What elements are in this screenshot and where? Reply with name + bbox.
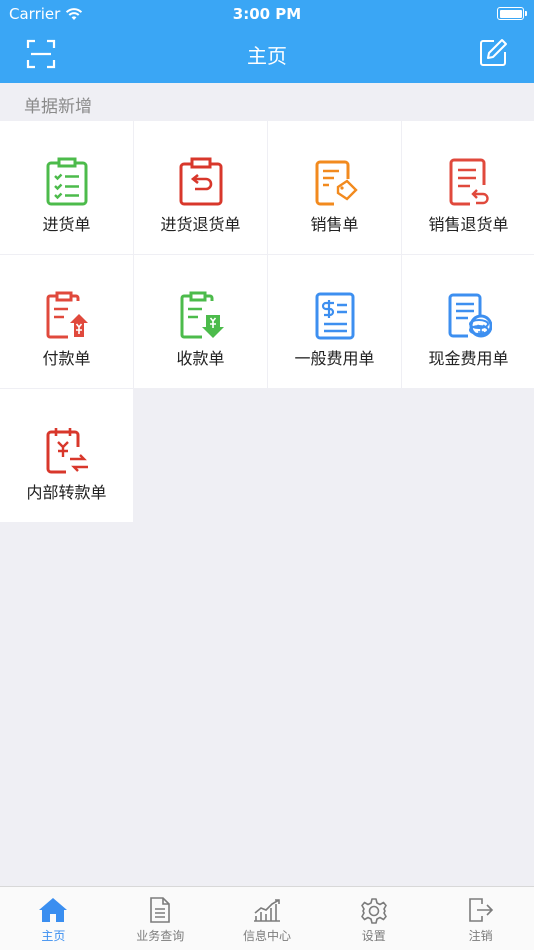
tab-label: 主页 bbox=[41, 929, 66, 943]
tab-logout[interactable]: 注销 bbox=[427, 887, 534, 950]
grid-item-label: 内部转款单 bbox=[26, 483, 107, 502]
purchase-order-icon bbox=[0, 157, 133, 207]
tab-home[interactable]: 主页 bbox=[0, 887, 107, 950]
grid-item-receipt[interactable]: 收款单 bbox=[134, 255, 267, 388]
grid-item-purchase-return[interactable]: 进货退货单 bbox=[134, 121, 267, 254]
grid-item-label: 收款单 bbox=[176, 349, 225, 368]
receipt-icon bbox=[134, 291, 267, 341]
tab-label: 注销 bbox=[468, 929, 493, 943]
grid-item-sales-return[interactable]: 销售退货单 bbox=[402, 121, 534, 254]
cash-expense-icon bbox=[402, 291, 534, 341]
grid-item-payment[interactable]: 付款单 bbox=[0, 255, 133, 388]
tab-label: 信息中心 bbox=[242, 929, 291, 943]
gear-icon bbox=[320, 897, 427, 925]
edit-icon[interactable] bbox=[478, 38, 508, 68]
chart-icon bbox=[214, 897, 321, 925]
grid-item-label: 销售单 bbox=[310, 215, 359, 234]
status-bar: Carrier 3:00 PM bbox=[0, 0, 534, 28]
clock: 3:00 PM bbox=[232, 5, 302, 23]
sales-order-icon bbox=[268, 157, 401, 207]
grid-item-label: 进货单 bbox=[42, 215, 91, 234]
grid-item-label: 付款单 bbox=[42, 349, 91, 368]
tab-info-center[interactable]: 信息中心 bbox=[214, 887, 321, 950]
general-expense-icon bbox=[268, 291, 401, 341]
tab-label: 设置 bbox=[361, 929, 386, 943]
grid-item-general-expense[interactable]: 一般费用单 bbox=[268, 255, 401, 388]
grid-item-label: 现金费用单 bbox=[428, 349, 509, 368]
grid-item-purchase-order[interactable]: 进货单 bbox=[0, 121, 133, 254]
grid-item-label: 一般费用单 bbox=[294, 349, 375, 368]
sales-return-icon bbox=[402, 157, 534, 207]
tab-label: 业务查询 bbox=[136, 929, 185, 943]
tab-bar: 主页 业务查询 信息中心 设置 注销 bbox=[0, 886, 534, 950]
grid-item-sales-order[interactable]: 销售单 bbox=[268, 121, 401, 254]
battery-icon bbox=[497, 7, 527, 20]
document-icon bbox=[107, 897, 214, 925]
tab-settings[interactable]: 设置 bbox=[320, 887, 427, 950]
logout-icon bbox=[427, 897, 534, 925]
page-title: 主页 bbox=[247, 44, 287, 68]
grid-item-label: 销售退货单 bbox=[428, 215, 509, 234]
payment-icon bbox=[0, 291, 133, 341]
purchase-return-icon bbox=[134, 157, 267, 207]
navigation-header: Carrier 3:00 PM 主页 bbox=[0, 0, 534, 83]
grid-item-cash-expense[interactable]: 现金费用单 bbox=[402, 255, 534, 388]
grid-item-label: 进货退货单 bbox=[160, 215, 241, 234]
section-title: 单据新增 bbox=[24, 97, 92, 117]
grid-item-internal-transfer[interactable]: 内部转款单 bbox=[0, 389, 133, 522]
home-icon bbox=[0, 897, 107, 925]
internal-transfer-icon bbox=[0, 425, 133, 475]
tab-business-query[interactable]: 业务查询 bbox=[107, 887, 214, 950]
